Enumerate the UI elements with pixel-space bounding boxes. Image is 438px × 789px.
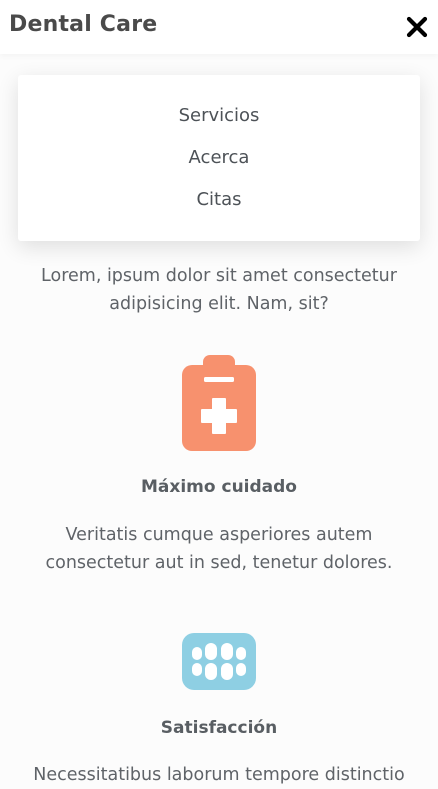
close-menu-button[interactable]: [406, 16, 428, 38]
clipboard-medical-icon: [182, 355, 256, 451]
feature-text: Necessitatibus laborum tempore distincti…: [33, 765, 405, 785]
brand-logo-text[interactable]: Dental Care: [9, 12, 157, 37]
feature-text: Veritatis cumque asperiores autem consec…: [45, 525, 393, 573]
feature-title: Máximo cuidado: [141, 477, 297, 497]
nav-link-acerca[interactable]: Acerca: [18, 147, 420, 168]
top-navbar: Dental Care: [0, 0, 438, 54]
teeth-icon: [182, 633, 256, 690]
nav-link-citas[interactable]: Citas: [18, 189, 420, 210]
feature-title: Satisfacción: [160, 718, 278, 738]
close-icon: [406, 16, 428, 38]
mobile-nav-menu: Servicios Acerca Citas: [18, 75, 420, 241]
intro-text: Lorem, ipsum dolor sit amet consectetur …: [41, 266, 397, 314]
nav-link-servicios[interactable]: Servicios: [18, 105, 420, 126]
